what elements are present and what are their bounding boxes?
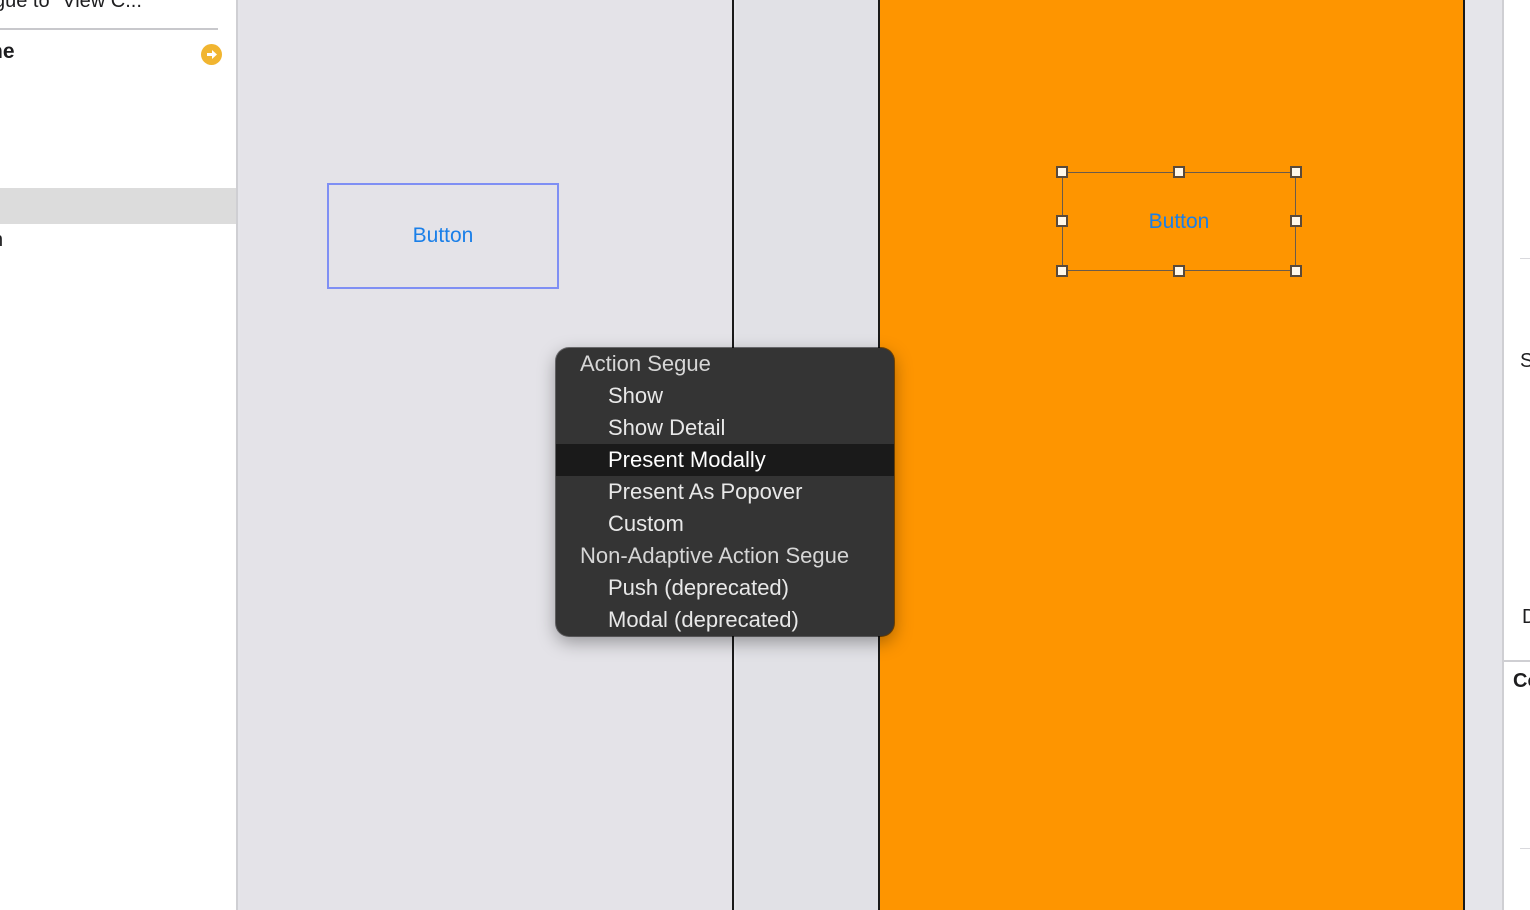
- resize-handle-bottom-center[interactable]: [1173, 265, 1185, 277]
- resize-handle-top-right[interactable]: [1290, 166, 1302, 178]
- menu-header-non-adaptive-segue: Non-Adaptive Action Segue: [580, 543, 850, 568]
- inspector-label-s: S: [1520, 350, 1530, 373]
- inspector-section-title: Co: [1513, 670, 1530, 692]
- go-to-arrow-icon[interactable]: [201, 44, 222, 65]
- menu-item-present-modally[interactable]: Present Modally: [556, 444, 894, 476]
- resize-handle-top-center[interactable]: [1173, 166, 1185, 178]
- outline-divider: [0, 28, 218, 30]
- menu-item-present-as-popover[interactable]: Present As Popover: [556, 476, 894, 508]
- resize-handle-bottom-right[interactable]: [1290, 265, 1302, 277]
- source-button[interactable]: Button: [327, 183, 559, 289]
- outline-selected-row[interactable]: [0, 188, 236, 224]
- resize-handle-bottom-left[interactable]: [1056, 265, 1068, 277]
- inspector-separator: [1520, 848, 1530, 849]
- outline-segue-row[interactable]: gue to "View C...: [0, 0, 142, 18]
- inspector-divider: [1504, 660, 1530, 662]
- menu-item-modal-deprecated[interactable]: Modal (deprecated): [556, 604, 894, 636]
- inspector-separator: [1520, 258, 1530, 259]
- menu-item-show[interactable]: Show: [556, 380, 894, 412]
- document-outline: gue to "View C... ne n: [0, 0, 238, 910]
- menu-item-push-deprecated[interactable]: Push (deprecated): [556, 572, 894, 604]
- resize-handle-middle-right[interactable]: [1290, 215, 1302, 227]
- menu-item-show-detail[interactable]: Show Detail: [556, 412, 894, 444]
- destination-view-controller[interactable]: Button: [878, 0, 1465, 910]
- outline-scene-row[interactable]: ne: [0, 40, 15, 64]
- menu-header-action-segue: Action Segue: [580, 351, 711, 376]
- menu-item-custom[interactable]: Custom: [556, 508, 894, 540]
- inspector-panel: S D Co: [1502, 0, 1530, 910]
- resize-handle-top-left[interactable]: [1056, 166, 1068, 178]
- inspector-label-d: D: [1522, 606, 1530, 629]
- destination-button[interactable]: Button: [1062, 172, 1296, 271]
- outline-row[interactable]: n: [0, 229, 3, 252]
- segue-context-menu: Action Segue Show Show Detail Present Mo…: [556, 348, 894, 636]
- resize-handle-middle-left[interactable]: [1056, 215, 1068, 227]
